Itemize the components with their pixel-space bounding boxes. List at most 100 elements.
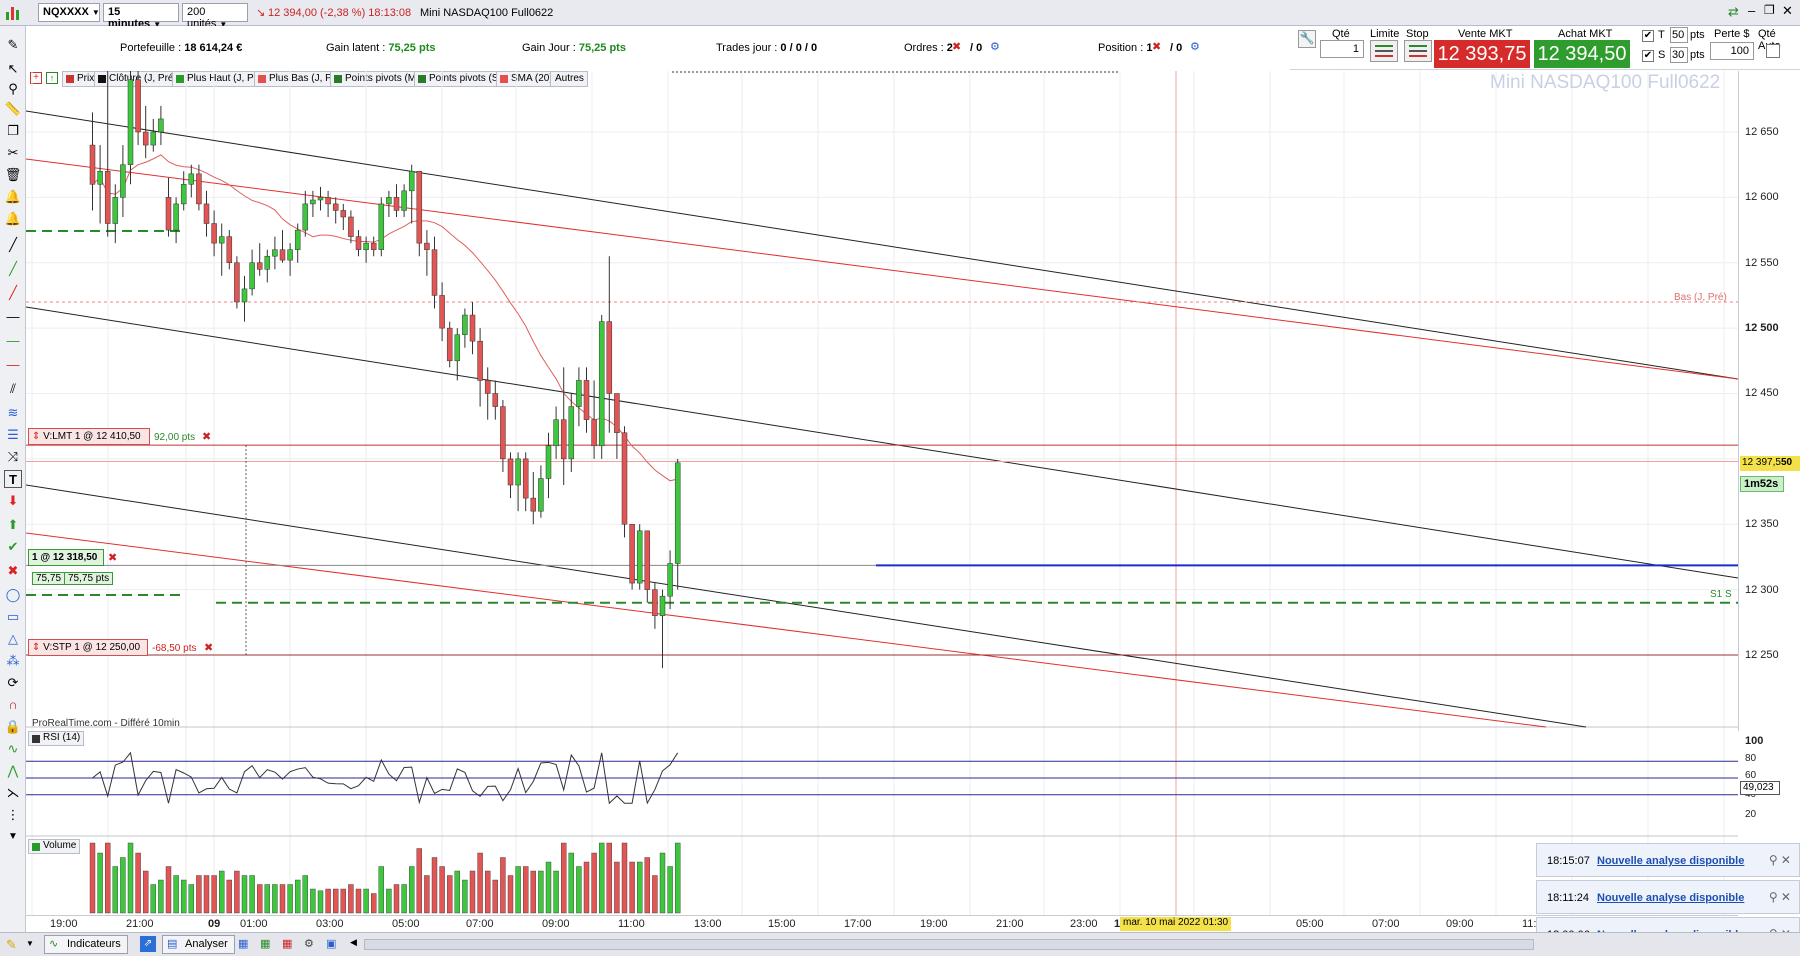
horizontal-scrollbar[interactable]	[364, 939, 1534, 950]
volume-bar	[211, 875, 217, 914]
line-icon[interactable]: ╱	[4, 236, 22, 254]
sell-arrow-icon[interactable]: ⬇	[4, 492, 22, 510]
t-checkbox[interactable]: ✔	[1642, 30, 1654, 42]
pen-icon[interactable]: ✎	[4, 36, 22, 54]
green-hline-icon[interactable]: —	[4, 332, 22, 350]
s-label: S	[1658, 49, 1666, 61]
timeframe-select[interactable]: 15 minutes ▼	[103, 3, 179, 30]
perte-input[interactable]: 100	[1710, 42, 1754, 60]
candle-body	[120, 164, 126, 198]
position-close-icon[interactable]: ✖	[1152, 40, 1161, 53]
sell-market-button[interactable]: 12 393,75	[1434, 40, 1530, 68]
lock-icon[interactable]: 🔒	[4, 718, 22, 736]
minimize-icon[interactable]: –	[1748, 3, 1755, 18]
restore-icon[interactable]: ❐	[1764, 3, 1775, 17]
sync-icon[interactable]: ⇄	[1728, 4, 1739, 20]
parallel-icon[interactable]: ☰	[4, 426, 22, 444]
elliott-icon[interactable]: ⋀	[4, 762, 22, 780]
stop-cancel-icon[interactable]: ✖	[204, 641, 213, 654]
multi-line-icon[interactable]: ⤨	[4, 448, 22, 466]
price-axis[interactable]: 12 650 12 600 12 550 12 500 12 450 12 35…	[1738, 71, 1800, 820]
pin-icon[interactable]: ⚲ ✕	[1769, 853, 1791, 867]
time-axis[interactable]: 19:00 21:00 09 01:00 03:00 05:00 07:00 0…	[26, 915, 1738, 932]
cycle-icon[interactable]: ⟳	[4, 674, 22, 692]
position-tag[interactable]: 1 @ 12 318,50	[28, 549, 104, 566]
gann-icon[interactable]: ⋋	[4, 784, 22, 802]
pattern-icon[interactable]: ⁂	[4, 652, 22, 670]
check-icon[interactable]: ✔	[4, 538, 22, 556]
s-checkbox[interactable]: ✔	[1642, 50, 1654, 62]
s-input[interactable]: 30	[1670, 47, 1688, 63]
scroll-down-icon[interactable]: ▼	[4, 828, 22, 846]
chevron-down-icon[interactable]: ▼	[26, 939, 34, 948]
pin-icon[interactable]: ⚲ ✕	[1769, 890, 1791, 904]
notif-link[interactable]: Nouvelle analyse disponible	[1597, 892, 1744, 904]
account-info-bar: Portefeuille : 18 614,24 € Gain latent :…	[26, 26, 1286, 70]
volume-bar	[264, 884, 271, 914]
draw-icon[interactable]: ✎	[6, 937, 17, 953]
stop-button[interactable]	[1404, 40, 1432, 62]
zoom-icon[interactable]: ⚲	[4, 80, 22, 98]
volume-label: Volume	[43, 840, 77, 851]
volume-bar	[409, 866, 415, 914]
settings-icon[interactable]: ⚙	[304, 937, 314, 950]
wave-icon[interactable]: ∿	[4, 740, 22, 758]
volume-bar	[127, 842, 134, 914]
limite-button[interactable]	[1370, 40, 1398, 62]
qte-input[interactable]: 1	[1320, 40, 1364, 58]
ordres-cancel-icon[interactable]: ✖	[952, 40, 961, 53]
t-input[interactable]: 50	[1670, 27, 1688, 43]
qte-auto-checkbox[interactable]	[1766, 44, 1780, 58]
volume-tab[interactable]: Volume	[28, 839, 81, 854]
share-icon[interactable]: ⇗	[140, 936, 156, 952]
rectangle-icon[interactable]: ▭	[4, 608, 22, 626]
instrument-select[interactable]: NQXXXX ▼	[38, 3, 100, 22]
channel-icon[interactable]: ⫽	[4, 380, 22, 398]
eraser-icon[interactable]: ✂	[4, 144, 22, 162]
notif-link[interactable]: Nouvelle analyse disponible	[1597, 855, 1744, 867]
fibo-icon[interactable]: ≋	[4, 404, 22, 422]
stop-order-tag[interactable]: ⇕ V:STP 1 @ 12 250,00	[28, 639, 148, 656]
pointer-icon[interactable]: ↖	[4, 60, 22, 78]
scroll-left-icon[interactable]: ◀	[350, 937, 357, 948]
position-close-icon[interactable]: ✖	[108, 551, 117, 564]
candle-body	[446, 327, 453, 362]
ruler-icon[interactable]: 📏	[4, 100, 22, 118]
alert-icon[interactable]: 🔔	[4, 210, 22, 228]
chart-app-icon[interactable]	[4, 4, 22, 22]
indicateurs-button[interactable]: ∿ Indicateurs	[44, 935, 128, 954]
position-settings-icon[interactable]: ⚙	[1190, 40, 1200, 53]
green-line-icon[interactable]: ╱	[4, 260, 22, 278]
stop-order-text: V:STP 1 @ 12 250,00	[43, 642, 141, 653]
rsi-tab[interactable]: RSI (14)	[28, 731, 85, 746]
calendar-icon[interactable]: ▦	[260, 937, 270, 950]
hline-icon[interactable]: —	[4, 308, 22, 326]
notification-item[interactable]: 18:11:24 Nouvelle analyse disponible ⚲ ✕	[1536, 880, 1800, 914]
bell-icon[interactable]: 🔔	[4, 188, 22, 206]
text-icon[interactable]: T	[4, 470, 22, 488]
analyser-button[interactable]: ▤ Analyser	[162, 935, 235, 954]
buy-market-button[interactable]: 12 394,50	[1534, 40, 1630, 68]
copy-icon[interactable]: ❐	[4, 122, 22, 140]
red-line-icon[interactable]: ╱	[4, 284, 22, 302]
chart-watermark: Mini NASDAQ100 Full0622	[1490, 72, 1721, 93]
vertical-icon[interactable]: ⋮	[4, 806, 22, 824]
close-icon[interactable]: ✕	[1782, 3, 1793, 19]
limit-order-tag[interactable]: ⇕ V:LMT 1 @ 12 410,50	[28, 428, 150, 445]
price-chart[interactable]	[26, 71, 1738, 915]
trash-icon[interactable]: 🗑	[4, 166, 22, 184]
units-select[interactable]: 200 unités ▼	[182, 3, 248, 30]
cross-icon[interactable]: ✖	[4, 562, 22, 580]
magnet-icon[interactable]: ∩	[4, 696, 22, 714]
buy-arrow-icon[interactable]: ⬆	[4, 516, 22, 534]
limit-cancel-icon[interactable]: ✖	[202, 430, 211, 443]
red-hline-icon[interactable]: —	[4, 356, 22, 374]
sheet-icon[interactable]: ▦	[282, 937, 292, 950]
notification-item[interactable]: 18:15:07 Nouvelle analyse disponible ⚲ ✕	[1536, 843, 1800, 877]
triangle-icon[interactable]: △	[4, 630, 22, 648]
ellipse-icon[interactable]: ◯	[4, 586, 22, 604]
ordres-settings-icon[interactable]: ⚙	[990, 40, 1000, 53]
screener-icon[interactable]: ▦	[238, 937, 248, 950]
layout-icon[interactable]: ▣	[326, 937, 336, 950]
wrench-icon[interactable]: 🔧	[1298, 30, 1316, 48]
